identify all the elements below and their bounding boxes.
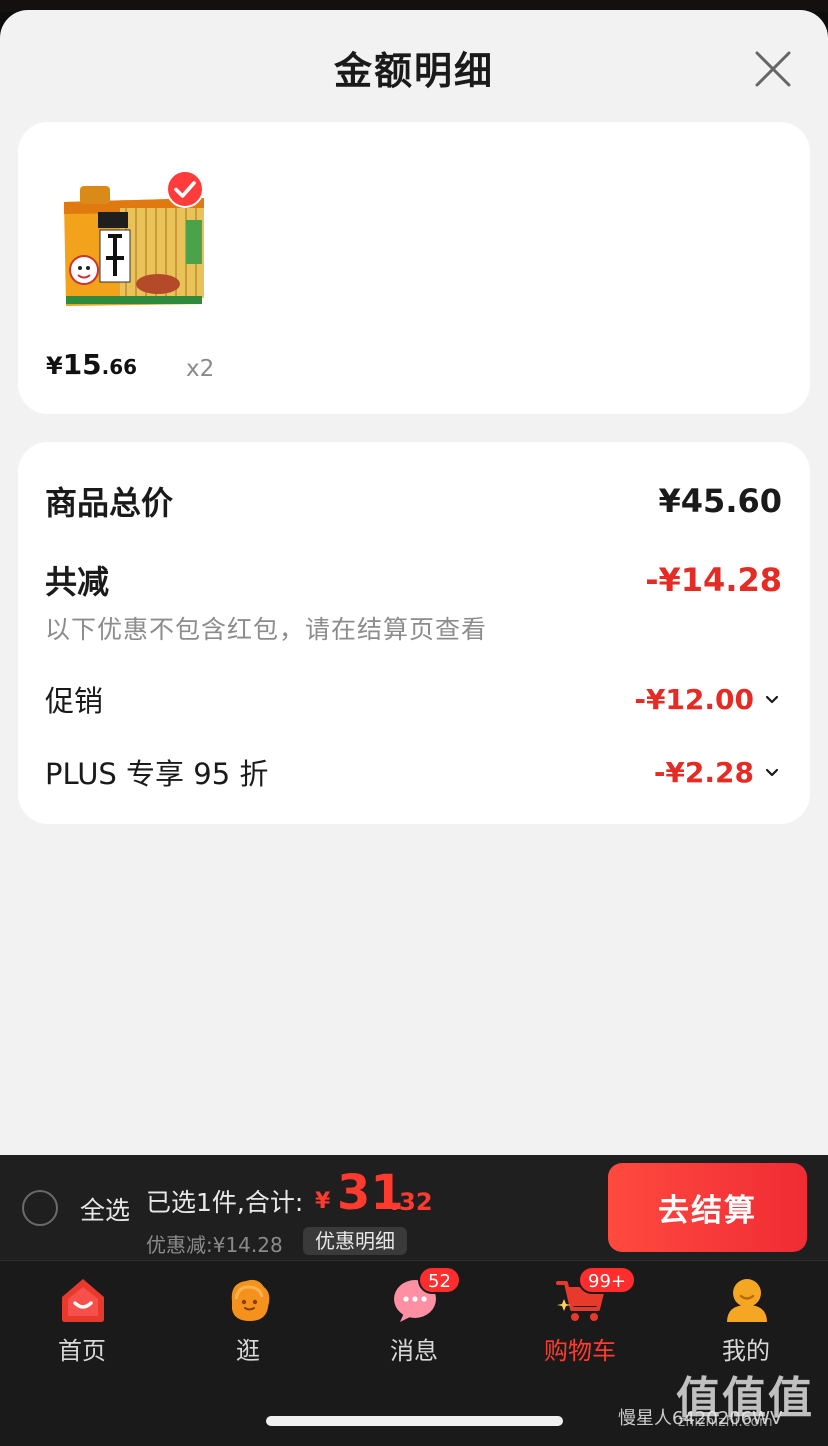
discount-note: 以下优惠不包含红包，请在结算页查看: [45, 615, 488, 644]
tab-profile[interactable]: 我的: [686, 1273, 806, 1373]
tab-stroll-label: 逛: [236, 1337, 260, 1365]
home-indicator[interactable]: [266, 1416, 563, 1426]
total-price-label: 商品总价: [45, 484, 174, 522]
plus-discount-value: -¥2.28: [653, 755, 754, 789]
select-all-label[interactable]: 全选: [80, 1191, 130, 1227]
price-summary-card: 商品总价 ¥45.60 共减 -¥14.28 以下优惠不包含红包，请在结算页查看…: [18, 442, 810, 824]
close-button[interactable]: [750, 46, 796, 92]
profile-icon: [722, 1275, 772, 1325]
tab-profile-label: 我的: [722, 1337, 770, 1365]
message-badge: 52: [418, 1266, 461, 1294]
promotion-value: -¥12.00: [634, 682, 754, 716]
amount-detail-sheet: 金额明细 ¥ 15 .66 x2 商品总价 ¥45.60 共减 -¥14.28 …: [0, 10, 828, 1155]
checkout-button[interactable]: 去结算: [608, 1163, 807, 1252]
checkout-bar: 全选 已选1件,合计: ¥ 31 .32 优惠减:¥14.28 优惠明细 去结算: [0, 1155, 828, 1260]
product-quantity: x2: [186, 356, 215, 382]
promotion-label: 促销: [45, 684, 104, 718]
total-reduce-value: -¥14.28: [645, 561, 782, 599]
tab-messages-label: 消息: [390, 1337, 438, 1365]
total-price-value: ¥45.60: [658, 482, 782, 520]
chevron-down-icon[interactable]: [762, 689, 782, 709]
price-integer: 15: [62, 348, 102, 381]
total-reduce-label: 共减: [45, 563, 110, 601]
tab-messages[interactable]: 52 消息: [354, 1266, 474, 1373]
close-icon: [755, 51, 791, 87]
sheet-title: 金额明细: [333, 49, 494, 93]
selected-count-text: 已选1件,合计:: [146, 1188, 304, 1217]
tab-cart[interactable]: 99+ 购物车: [520, 1266, 640, 1373]
product-price: ¥ 15 .66: [46, 348, 137, 388]
home-icon: [58, 1275, 108, 1325]
plus-discount-value-wrap: -¥2.28: [654, 756, 782, 789]
total-price-row: 商品总价 ¥45.60: [45, 478, 782, 524]
chevron-down-icon[interactable]: [762, 762, 782, 782]
price-symbol: ¥: [46, 352, 63, 380]
selected-check-icon[interactable]: [166, 170, 204, 208]
tab-cart-label: 购物车: [544, 1337, 616, 1365]
price-decimal: .66: [101, 355, 138, 379]
select-all-radio[interactable]: [22, 1190, 58, 1226]
plus-discount-label: PLUS 专享 95 折: [45, 757, 269, 791]
tab-home[interactable]: 首页: [22, 1273, 142, 1373]
discount-detail-button[interactable]: 优惠明细: [303, 1227, 407, 1255]
product-card: ¥ 15 .66 x2: [18, 122, 810, 414]
tab-stroll[interactable]: 逛: [188, 1273, 308, 1373]
promotion-row[interactable]: 促销 -¥12.00: [45, 678, 782, 720]
total-symbol: ¥: [315, 1189, 331, 1214]
discount-summary: 优惠减:¥14.28: [146, 1233, 283, 1257]
watermark-user: 慢星人6420206WV: [618, 1408, 783, 1429]
total-decimal: .32: [390, 1188, 433, 1216]
cart-badge: 99+: [578, 1266, 636, 1294]
plus-discount-row[interactable]: PLUS 专享 95 折 -¥2.28: [45, 751, 782, 793]
promotion-value-wrap: -¥12.00: [634, 683, 782, 716]
stroll-icon: [224, 1275, 274, 1325]
tab-home-label: 首页: [58, 1337, 106, 1365]
total-reduce-row: 共减 -¥14.28: [45, 557, 782, 603]
